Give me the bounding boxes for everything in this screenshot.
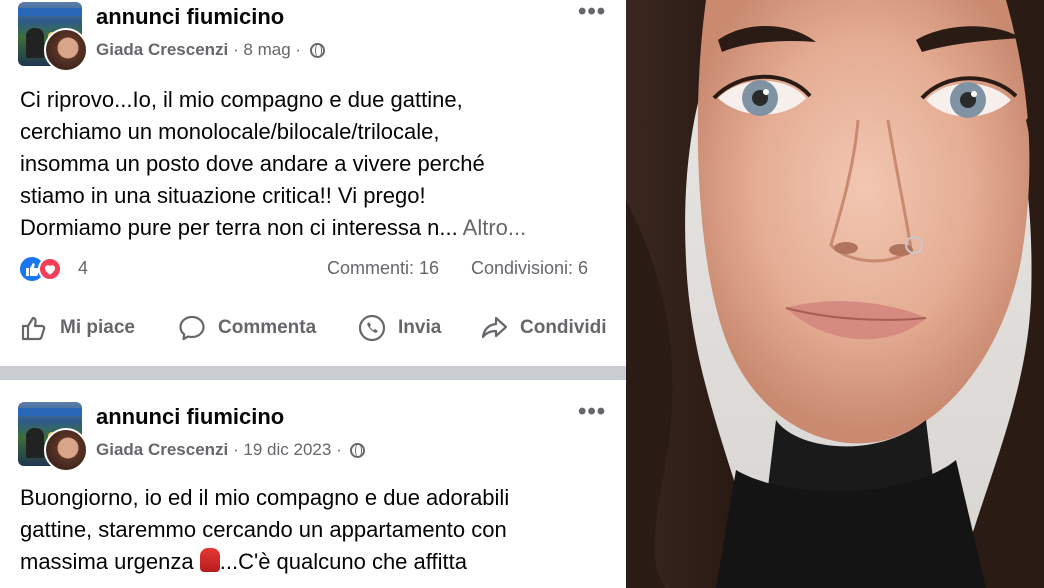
post-text-line: massima urgenza ...C'è qualcuno che affi…	[20, 546, 612, 578]
messenger-icon	[358, 314, 386, 342]
post-text-line: cerchiamo un monolocale/bilocale/triloca…	[20, 119, 440, 144]
post: annunci fiumicino Giada Crescenzi · 19 d…	[0, 380, 626, 588]
portrait-image	[626, 0, 1044, 588]
share-button[interactable]: Condividi	[478, 306, 607, 350]
post-meta: Giada Crescenzi · 8 mag ·	[96, 40, 325, 60]
comments-count[interactable]: Commenti: 16	[327, 258, 439, 279]
post-text-line: Ci riprovo...Io, il mio compagno e due g…	[20, 87, 463, 112]
comment-button-label: Commenta	[218, 317, 317, 338]
post-text: Buongiorno, io ed il mio compagno e due …	[20, 482, 612, 578]
thumbs-up-icon	[21, 316, 46, 341]
like-button[interactable]: Mi piace	[18, 306, 135, 350]
group-avatar[interactable]	[18, 402, 88, 472]
post-text-line: stiamo in una situazione critica!! Vi pr…	[20, 183, 426, 208]
group-name[interactable]: annunci fiumicino	[96, 404, 284, 430]
post-text-line: gattine, staremmo cercando un appartamen…	[20, 517, 507, 542]
post-text-fragment: ...C'è qualcuno che affitta	[219, 549, 467, 574]
globe-icon	[309, 43, 325, 58]
post-text-line: Dormiamo pure per terra non ci interessa…	[20, 212, 612, 244]
send-button-label: Invia	[398, 317, 442, 338]
post-text-truncated: Dormiamo pure per terra non ci interessa…	[20, 215, 458, 240]
shares-count[interactable]: Condivisioni: 6	[471, 258, 588, 279]
post: annunci fiumicino Giada Crescenzi · 8 ma…	[0, 0, 626, 366]
facebook-posts-panel: annunci fiumicino Giada Crescenzi · 8 ma…	[0, 0, 626, 588]
author-name[interactable]: Giada Crescenzi	[96, 40, 228, 59]
emoji-icon	[199, 548, 220, 572]
meta-separator: ·	[295, 40, 302, 59]
post-meta: Giada Crescenzi · 19 dic 2023 ·	[96, 440, 366, 460]
meta-separator: ·	[233, 40, 239, 59]
author-avatar[interactable]	[44, 28, 88, 72]
reactions-count: 4	[78, 258, 89, 278]
group-name[interactable]: annunci fiumicino	[96, 4, 284, 30]
group-avatar[interactable]	[18, 2, 88, 72]
post-date[interactable]: 19 dic 2023	[243, 440, 331, 459]
post-text: Ci riprovo...Io, il mio compagno e due g…	[20, 84, 612, 244]
author-name[interactable]: Giada Crescenzi	[96, 440, 228, 459]
meta-separator: ·	[233, 440, 239, 459]
more-horizontal-icon[interactable]: •••	[578, 0, 606, 26]
share-arrow-icon	[481, 316, 508, 339]
share-button-label: Condividi	[520, 317, 607, 338]
post-text-fragment: massima urgenza	[20, 549, 194, 574]
meta-separator: ·	[336, 440, 342, 459]
post-text-line: insomma un posto dove andare a vivere pe…	[20, 151, 485, 176]
globe-icon	[350, 443, 366, 458]
post-actions-bar: Mi piace Commenta Invia Condividi	[0, 306, 626, 350]
post-divider	[0, 366, 626, 380]
comment-bubble-icon	[179, 315, 205, 341]
post-date[interactable]: 8 mag	[243, 40, 290, 59]
send-button[interactable]: Invia	[356, 306, 441, 350]
comment-button[interactable]: Commenta	[176, 306, 316, 350]
post-text-line: Buongiorno, io ed il mio compagno e due …	[20, 485, 510, 510]
see-more-link[interactable]: Altro...	[463, 215, 527, 240]
love-reaction-icon	[38, 257, 62, 281]
profile-photo	[626, 0, 1044, 588]
author-avatar[interactable]	[44, 428, 88, 472]
more-horizontal-icon[interactable]: •••	[578, 398, 606, 426]
like-button-label: Mi piace	[60, 317, 135, 338]
